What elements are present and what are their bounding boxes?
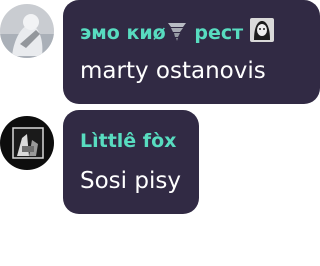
message-text-1: marty ostanovis	[80, 58, 266, 84]
avatar-user-1[interactable]	[0, 4, 54, 58]
author-name-part-1: эмо киø	[80, 22, 166, 44]
message-bubble-2[interactable]: Lìttlê fòx Sosi pisy	[63, 110, 199, 214]
tornado-emoji	[166, 20, 188, 46]
avatar-user-2[interactable]	[0, 116, 54, 170]
message-author-1[interactable]: эмо киø рест	[80, 18, 274, 46]
message-author-2[interactable]: Lìttlê fòx	[80, 132, 176, 151]
message-bubble-1[interactable]: эмо киø рест marty ostanovis	[63, 0, 320, 104]
author-name-part-2: рест	[194, 22, 244, 44]
face-portrait-icon	[249, 18, 274, 46]
message-text-2: Sosi pisy	[80, 168, 181, 194]
